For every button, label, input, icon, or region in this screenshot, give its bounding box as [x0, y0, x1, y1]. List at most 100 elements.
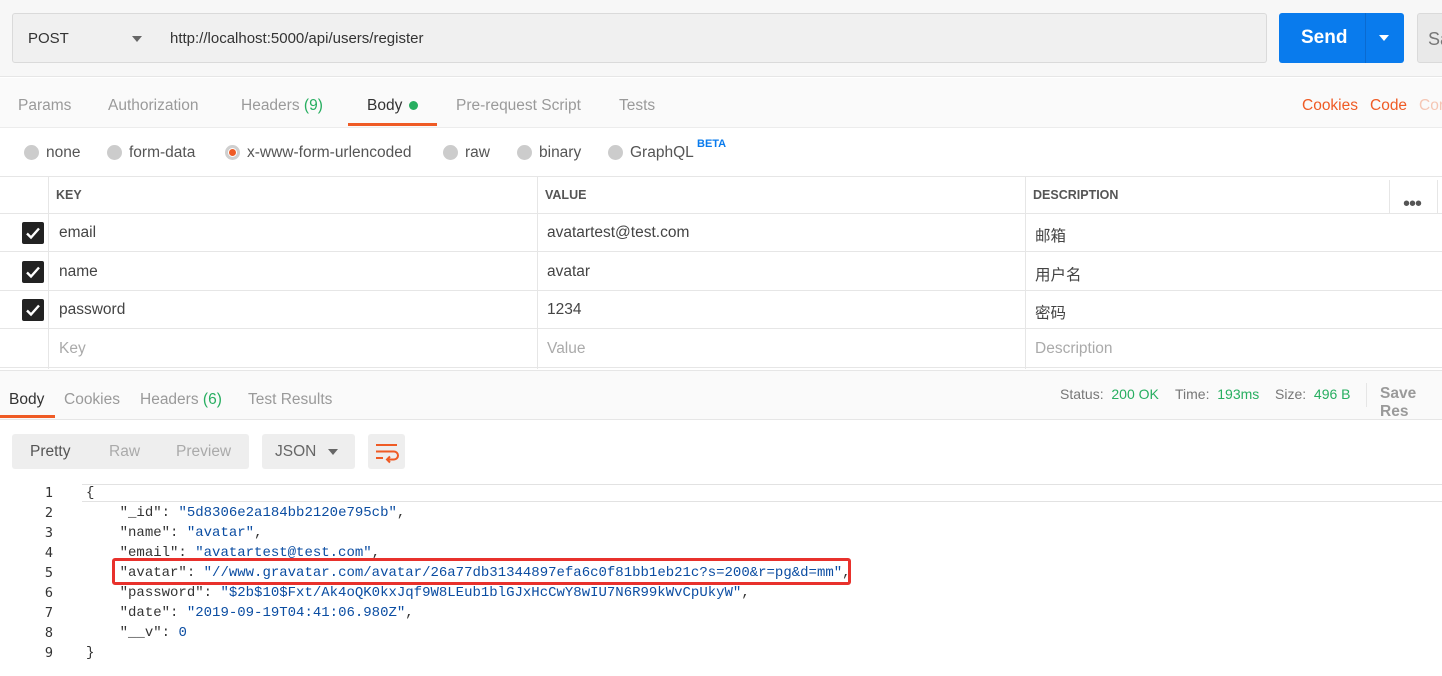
brace-close: }	[86, 645, 95, 661]
format-select[interactable]: JSON	[262, 434, 355, 469]
radio-raw[interactable]	[443, 145, 458, 160]
tab-params[interactable]: Params	[18, 97, 71, 115]
tab-headers-label: Headers	[241, 97, 300, 114]
column-divider	[1437, 180, 1438, 214]
radio-form-data[interactable]	[107, 145, 122, 160]
column-divider	[1389, 180, 1390, 214]
json-value: "5d8306e2a184bb2120e795cb"	[178, 505, 397, 521]
json-sep: :	[161, 625, 179, 641]
radio-form-data-label[interactable]: form-data	[129, 144, 195, 162]
new-row: Key Value Description	[0, 330, 1442, 368]
line-number: 9	[44, 645, 53, 661]
save-response-button[interactable]: Save Res	[1380, 385, 1442, 421]
row-value[interactable]: avatar	[547, 263, 590, 281]
response-tab-headers[interactable]: Headers (6)	[140, 391, 222, 409]
check-icon	[26, 227, 40, 240]
row-key[interactable]: email	[59, 224, 96, 242]
key-placeholder[interactable]: Key	[59, 340, 86, 358]
json-end: ,	[254, 525, 263, 541]
time-readout: Time: 193ms	[1175, 386, 1259, 402]
status-divider	[1366, 383, 1367, 407]
json-key: "name"	[119, 525, 171, 541]
radio-urlencoded[interactable]	[225, 145, 240, 160]
row-description[interactable]: 用户名	[1035, 263, 1082, 285]
value-placeholder[interactable]: Value	[547, 340, 586, 358]
active-tab-underline	[348, 123, 437, 126]
header-key: KEY	[56, 188, 82, 202]
radio-raw-label[interactable]: raw	[465, 144, 490, 162]
line-number: 5	[44, 565, 53, 581]
method-label: POST	[28, 30, 69, 47]
time-label: Time:	[1175, 386, 1210, 402]
json-key: "__v"	[119, 625, 162, 641]
row-description[interactable]: 密码	[1035, 301, 1066, 323]
tab-headers-count: (9)	[303, 97, 323, 114]
table-row: email avatartest@test.com 邮箱	[0, 214, 1442, 252]
tab-authorization[interactable]: Authorization	[108, 97, 198, 115]
check-icon	[26, 266, 40, 279]
code-line: "password": "$2b$10$Fxt/Ak4oQK0kxJqf9W8L…	[86, 585, 750, 601]
table-header: KEY VALUE DESCRIPTION	[0, 176, 1442, 214]
row-checkbox[interactable]	[22, 299, 44, 321]
response-tab-headers-count: (6)	[202, 391, 222, 408]
row-key[interactable]: name	[59, 263, 98, 281]
view-pretty-button[interactable]: Pretty	[30, 443, 70, 461]
view-preview-button[interactable]: Preview	[176, 443, 231, 461]
method-select[interactable]: POST	[12, 13, 158, 63]
line-number: 3	[44, 525, 53, 541]
table-row: name avatar 用户名	[0, 253, 1442, 291]
radio-binary[interactable]	[517, 145, 532, 160]
tab-body[interactable]: Body	[367, 97, 402, 115]
code-line: }	[86, 645, 94, 661]
response-tab-body[interactable]: Body	[9, 391, 44, 409]
url-input[interactable]: http://localhost:5000/api/users/register	[157, 13, 1267, 63]
row-checkbox[interactable]	[22, 261, 44, 283]
line-number: 7	[44, 605, 53, 621]
radio-binary-label[interactable]: binary	[539, 144, 581, 162]
radio-graphql-label[interactable]: GraphQL	[630, 144, 694, 162]
line-number: 8	[44, 625, 53, 641]
code-link[interactable]: Code	[1370, 97, 1407, 115]
row-checkbox[interactable]	[22, 222, 44, 244]
brace-open: {	[86, 485, 95, 501]
view-raw-button[interactable]: Raw	[109, 443, 140, 461]
json-value: "$2b$10$Fxt/Ak4oQK0kxJqf9W8LEub1blGJxHcC…	[220, 585, 742, 601]
wrap-lines-button[interactable]	[368, 434, 405, 469]
json-end: ,	[741, 585, 750, 601]
row-value[interactable]: 1234	[547, 301, 581, 319]
row-value[interactable]: avatartest@test.com	[547, 224, 689, 242]
code-line: "name": "avatar",	[86, 525, 263, 541]
description-placeholder[interactable]: Description	[1035, 340, 1113, 358]
row-key[interactable]: password	[59, 301, 125, 319]
send-button[interactable]: Send	[1279, 13, 1404, 63]
beta-badge: BETA	[697, 138, 727, 150]
json-key: "_id"	[119, 505, 162, 521]
code-line: "date": "2019-09-19T04:41:06.980Z",	[86, 605, 414, 621]
tab-headers[interactable]: Headers (9)	[241, 97, 323, 115]
time-value: 193ms	[1217, 386, 1260, 402]
chevron-down-icon	[328, 449, 338, 455]
highlight-annotation-box	[112, 558, 851, 585]
request-tabs: Params Authorization Headers (9) Body Pr…	[0, 78, 1442, 128]
response-tab-cookies[interactable]: Cookies	[64, 391, 120, 409]
response-tab-test-results[interactable]: Test Results	[248, 391, 332, 409]
comments-link[interactable]: Cor	[1419, 97, 1442, 115]
status-readout: Status: 200 OK	[1060, 386, 1159, 402]
radio-urlencoded-label[interactable]: x-www-form-urlencoded	[247, 144, 412, 162]
tab-tests[interactable]: Tests	[619, 97, 655, 115]
response-tab-headers-label: Headers	[140, 391, 199, 408]
body-type-selector: none form-data x-www-form-urlencoded raw…	[0, 129, 1442, 176]
row-description[interactable]: 邮箱	[1035, 224, 1066, 246]
radio-graphql[interactable]	[608, 145, 623, 160]
header-description: DESCRIPTION	[1033, 188, 1119, 202]
send-label: Send	[1301, 27, 1348, 48]
more-options-icon[interactable]: •••	[1403, 193, 1422, 216]
radio-none[interactable]	[24, 145, 39, 160]
send-options-icon[interactable]	[1379, 35, 1389, 41]
save-button[interactable]: Sa	[1417, 13, 1442, 63]
size-label: Size:	[1275, 386, 1307, 402]
radio-none-label[interactable]: none	[46, 144, 80, 162]
tab-prerequest-script[interactable]: Pre-request Script	[456, 97, 581, 115]
cookies-link[interactable]: Cookies	[1302, 97, 1358, 115]
json-sep: :	[161, 505, 179, 521]
